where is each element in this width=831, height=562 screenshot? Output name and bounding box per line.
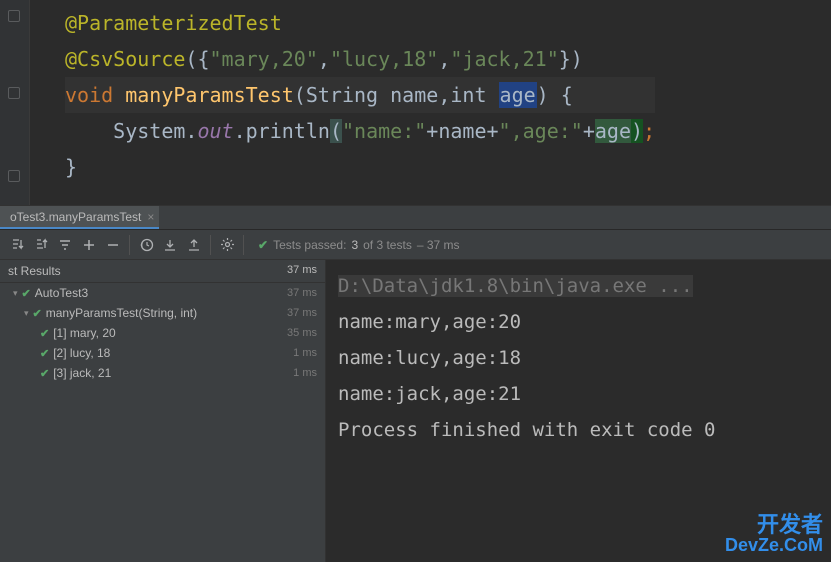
tree-row-class[interactable]: ▾ ✔ AutoTest3 37 ms	[0, 283, 325, 303]
status-of: of 3 tests	[363, 238, 412, 252]
console-output[interactable]: D:\Data\jdk1.8\bin\java.exe ... name:mar…	[326, 260, 831, 562]
tree-header-time: 37 ms	[287, 264, 317, 278]
tree-label: [2] lucy, 18	[53, 346, 110, 360]
tests-status: ✔ Tests passed: 3 of 3 tests – 37 ms	[258, 238, 460, 252]
semicolon: ;	[643, 119, 655, 143]
tree-time: 35 ms	[287, 327, 317, 339]
results-area: st Results 37 ms ▾ ✔ AutoTest3 37 ms ▾ ✔ m…	[0, 260, 831, 562]
method-call: println	[246, 119, 330, 143]
gear-icon[interactable]	[215, 233, 239, 257]
static-field: out	[197, 119, 233, 143]
paren: ({	[185, 47, 209, 71]
gutter-marker	[8, 170, 20, 182]
check-icon: ✔	[40, 327, 49, 340]
keyword-void: void	[65, 83, 125, 107]
console-line: name:mary,age:20	[338, 304, 819, 340]
collapse-all-icon[interactable]	[101, 233, 125, 257]
export-icon[interactable]	[182, 233, 206, 257]
chevron-down-icon: ▾	[24, 308, 29, 319]
history-icon[interactable]	[134, 233, 158, 257]
toolbar-separator	[243, 235, 244, 255]
tree-row-method[interactable]: ▾ ✔ manyParamsTest(String, int) 37 ms	[0, 303, 325, 323]
tree-row-case[interactable]: ✔ [2] lucy, 18 1 ms	[0, 343, 325, 363]
param-name: name	[390, 83, 438, 107]
gutter-marker	[8, 10, 20, 22]
class-ref: System	[113, 119, 185, 143]
console-command: D:\Data\jdk1.8\bin\java.exe ...	[338, 275, 693, 297]
tree-header-label: st Results	[8, 264, 61, 278]
console-exit: Process finished with exit code 0	[338, 412, 819, 448]
tree-time: 37 ms	[287, 287, 317, 299]
watermark: 开发者 DevZe.CoM	[725, 514, 823, 554]
toolbar-separator	[210, 235, 211, 255]
annotation-parameterized: @ParameterizedTest	[65, 11, 282, 35]
open-paren: (	[330, 119, 342, 143]
string-literal: "jack,21"	[450, 47, 558, 71]
var-ref-highlighted: age	[595, 119, 631, 143]
code-editor[interactable]: @ParameterizedTest @CsvSource({"mary,20"…	[0, 0, 831, 205]
tree-label: [1] mary, 20	[53, 326, 115, 340]
var-ref: name	[438, 119, 486, 143]
comma: ,	[438, 47, 450, 71]
string-literal: "name:"	[342, 119, 426, 143]
test-toolbar: ✔ Tests passed: 3 of 3 tests – 37 ms	[0, 230, 831, 260]
plus: +	[583, 119, 595, 143]
brace: ) {	[537, 83, 573, 107]
dot: .	[185, 119, 197, 143]
tab-label: oTest3.manyParamsTest	[10, 210, 141, 224]
check-icon: ✔	[22, 287, 31, 300]
comma: ,	[318, 47, 330, 71]
tree-time: 1 ms	[293, 347, 317, 359]
expand-all-icon[interactable]	[77, 233, 101, 257]
tree-time: 1 ms	[293, 367, 317, 379]
watermark-cn: 开发者	[725, 514, 823, 536]
plus: +	[487, 119, 499, 143]
code-content[interactable]: @ParameterizedTest @CsvSource({"mary,20"…	[30, 0, 655, 205]
close-icon[interactable]: ×	[147, 210, 154, 224]
close-paren: )	[631, 119, 643, 143]
string-literal: "lucy,18"	[330, 47, 438, 71]
toolbar-separator	[129, 235, 130, 255]
run-tab[interactable]: oTest3.manyParamsTest ×	[0, 206, 159, 229]
tree-label: [3] jack, 21	[53, 366, 111, 380]
run-tab-bar: oTest3.manyParamsTest ×	[0, 205, 831, 230]
console-line: name:jack,age:21	[338, 376, 819, 412]
tree-row-case[interactable]: ✔ [3] jack, 21 1 ms	[0, 363, 325, 383]
param-name-highlighted: age	[499, 82, 537, 108]
paren: (	[294, 83, 306, 107]
gutter-marker	[8, 87, 20, 99]
status-prefix: Tests passed:	[273, 238, 346, 252]
tree-label: manyParamsTest(String, int)	[46, 306, 197, 320]
plus: +	[426, 119, 438, 143]
brace-close: }	[65, 155, 77, 179]
watermark-en: DevZe.CoM	[725, 536, 823, 554]
test-tree-header[interactable]: st Results 37 ms	[0, 260, 325, 283]
test-tree-panel[interactable]: st Results 37 ms ▾ ✔ AutoTest3 37 ms ▾ ✔ m…	[0, 260, 326, 562]
annotation-csvsource: @CsvSource	[65, 47, 185, 71]
type: String	[306, 83, 390, 107]
dot: .	[234, 119, 246, 143]
paren: })	[559, 47, 583, 71]
sort-up-icon[interactable]	[29, 233, 53, 257]
sort-down-icon[interactable]	[5, 233, 29, 257]
tree-time: 37 ms	[287, 307, 317, 319]
check-icon: ✔	[40, 367, 49, 380]
filter-icon[interactable]	[53, 233, 77, 257]
type: int	[450, 83, 498, 107]
status-time: – 37 ms	[417, 238, 460, 252]
status-count: 3	[351, 238, 358, 252]
comma: ,	[438, 83, 450, 107]
string-literal: ",age:"	[499, 119, 583, 143]
method-name: manyParamsTest	[125, 83, 294, 107]
check-icon: ✔	[40, 347, 49, 360]
check-icon: ✔	[258, 238, 268, 252]
import-icon[interactable]	[158, 233, 182, 257]
chevron-down-icon: ▾	[13, 288, 18, 299]
console-line: name:lucy,age:18	[338, 340, 819, 376]
tree-label: AutoTest3	[35, 286, 88, 300]
tree-row-case[interactable]: ✔ [1] mary, 20 35 ms	[0, 323, 325, 343]
check-icon: ✔	[33, 307, 42, 320]
string-literal: "mary,20"	[210, 47, 318, 71]
editor-gutter	[0, 0, 30, 205]
